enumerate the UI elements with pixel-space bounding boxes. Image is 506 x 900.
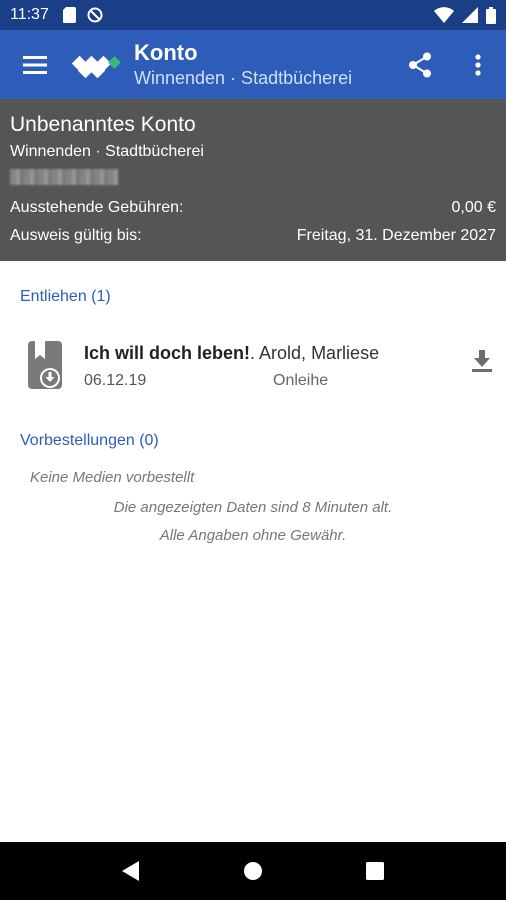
list-item[interactable]: Ich will doch leben!. Arold, Marliese 06…	[0, 331, 506, 395]
system-nav-bar	[0, 842, 506, 900]
app-logo-icon	[72, 55, 121, 78]
reservations-section-header: Vorbestellungen (0)	[20, 432, 159, 449]
recents-button[interactable]	[355, 851, 395, 891]
overflow-menu-button[interactable]	[454, 30, 502, 99]
fees-label: Ausstehende Gebühren:	[10, 199, 184, 216]
card-valid-label: Ausweis gültig bis:	[10, 227, 142, 244]
account-library: Winnenden · Stadtbücherei	[10, 143, 204, 160]
item-author: . Arold, Marliese	[250, 343, 380, 363]
signal-icon	[462, 7, 478, 23]
account-content: Entliehen (1) Ich will doch leben!. Arol…	[0, 261, 506, 842]
card-valid-row: Ausweis gültig bis: Freitag, 31. Dezembe…	[10, 227, 496, 245]
do-not-disturb-icon	[87, 7, 103, 23]
home-circle-icon	[244, 862, 262, 880]
download-icon	[472, 350, 492, 372]
download-button[interactable]	[464, 343, 500, 379]
back-button[interactable]	[111, 851, 151, 891]
app-logo	[70, 45, 128, 85]
app-bar: Konto Winnenden · Stadtbücherei	[0, 30, 506, 99]
lent-section-header: Entliehen (1)	[20, 288, 111, 305]
account-name: Unbenanntes Konto	[10, 113, 196, 136]
page-subtitle: Winnenden · Stadtbücherei	[134, 67, 353, 88]
status-time: 11:37	[10, 6, 49, 23]
more-vert-icon	[475, 53, 481, 76]
reservations-empty-text: Keine Medien vorbestellt	[30, 469, 195, 486]
page-title: Konto	[134, 39, 198, 65]
recents-square-icon	[366, 862, 384, 880]
fees-value: 0,00 €	[451, 199, 496, 216]
menu-button[interactable]	[0, 30, 70, 99]
battery-icon	[486, 6, 496, 24]
status-bar: 11:37	[0, 0, 506, 30]
sd-card-icon	[62, 7, 76, 23]
item-source: Onleihe	[273, 372, 329, 389]
back-triangle-icon	[122, 861, 139, 881]
ebook-download-icon	[28, 341, 62, 389]
home-button[interactable]	[233, 851, 273, 891]
wifi-icon	[434, 7, 454, 23]
disclaimer-text: Alle Angaben ohne Gewähr.	[159, 527, 347, 544]
data-age-text: Die angezeigten Daten sind 8 Minuten alt…	[113, 499, 393, 516]
item-due-date: 06.12.19	[84, 372, 147, 389]
item-title: Ich will doch leben!	[84, 343, 251, 363]
fees-row: Ausstehende Gebühren: 0,00 €	[10, 199, 496, 217]
hamburger-menu-icon	[23, 55, 47, 74]
share-icon	[409, 52, 431, 77]
account-panel: Unbenanntes Konto Winnenden · Stadtbüche…	[0, 99, 506, 261]
account-id-redacted	[10, 169, 118, 185]
card-valid-value: Freitag, 31. Dezember 2027	[296, 227, 496, 244]
share-button[interactable]	[396, 30, 444, 99]
